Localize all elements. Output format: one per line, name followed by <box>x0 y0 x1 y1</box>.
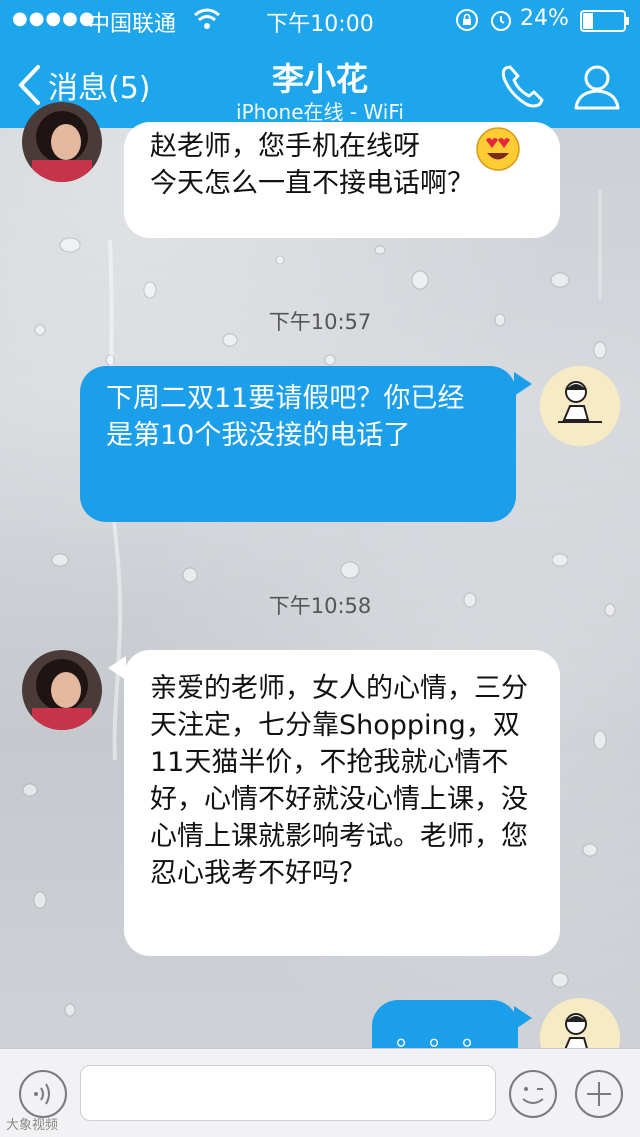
watermark: 大象视频 <box>6 1118 59 1133</box>
bubble-tail <box>514 372 532 396</box>
message-text: 下周二双11要请假吧？你已经是第10个我没接的电话了 <box>106 383 465 451</box>
phone-icon[interactable] <box>496 60 550 114</box>
status-bar: ●●●●● 中国联通 下午10:00 24% <box>0 0 640 40</box>
message-text-line: 赵老师，您手机在线呀 <box>150 131 420 162</box>
message-bubble-contact-1[interactable]: 赵老师，您手机在线呀 今天怎么一直不接电话啊？ <box>124 122 560 238</box>
top-bar: ●●●●● 中国联通 下午10:00 24% 消息(5) 李小花 iPhone在… <box>0 0 640 128</box>
contact-avatar[interactable] <box>22 650 102 730</box>
timestamp: 下午10:57 <box>268 310 372 334</box>
message-bubble-me-1[interactable]: 下周二双11要请假吧？你已经是第10个我没接的电话了 <box>80 366 516 522</box>
person-icon[interactable] <box>570 60 624 114</box>
bubble-tail <box>514 1006 532 1030</box>
plus-icon[interactable] <box>574 1069 624 1119</box>
rotation-lock-icon <box>456 9 478 31</box>
message-text: 亲爱的老师，女人的心情，三分天注定，七分靠Shopping，双11天猫半价，不抢… <box>150 673 528 889</box>
input-bar <box>0 1048 640 1137</box>
heart-eyes-emoji-icon <box>476 127 520 171</box>
contact-avatar[interactable] <box>22 102 102 182</box>
voice-icon[interactable] <box>18 1069 68 1119</box>
message-bubble-contact-2[interactable]: 亲爱的老师，女人的心情，三分天注定，七分靠Shopping，双11天猫半价，不抢… <box>124 650 560 956</box>
message-input[interactable] <box>80 1065 496 1121</box>
battery-icon <box>580 10 629 32</box>
battery-percent: 24% <box>520 6 569 31</box>
smiley-icon[interactable] <box>508 1069 558 1119</box>
my-avatar[interactable] <box>540 366 620 446</box>
alarm-icon <box>491 11 511 31</box>
timestamp: 下午10:58 <box>268 594 372 618</box>
